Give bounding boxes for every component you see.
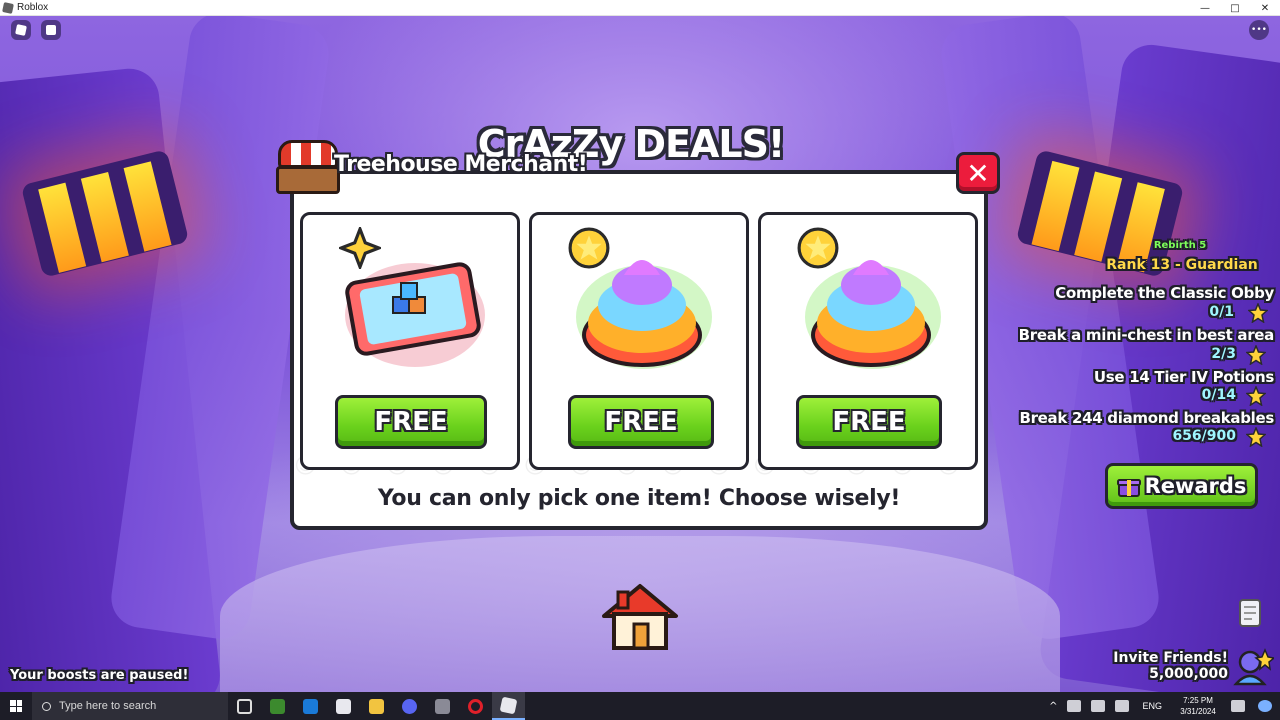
stars-icon [1246, 345, 1266, 365]
dialog-hint: You can only pick one item! Choose wisel… [377, 486, 901, 511]
weather-icon[interactable] [1258, 700, 1272, 712]
quest-progress: 0/14 [1201, 387, 1236, 403]
system-tray: ^ ENG 7:25 PM 3/31/2024 [1044, 692, 1280, 720]
scroll-icon[interactable] [1236, 597, 1264, 629]
free-button[interactable]: FREE [568, 395, 714, 449]
microphone-icon[interactable] [1067, 700, 1082, 712]
opera-icon [468, 698, 483, 714]
windows-logo-icon [10, 700, 22, 712]
quest-title: Complete the Classic Obby [1055, 284, 1274, 302]
roblox-icon [499, 696, 518, 714]
deal-card: FREE [758, 212, 978, 470]
discord-taskbar-app[interactable] [393, 692, 426, 720]
notifications-icon[interactable] [1231, 700, 1245, 712]
file-explorer-taskbar-app[interactable] [360, 692, 393, 720]
quest-progress: 0/1 [1209, 304, 1234, 320]
deal-card: FREE [300, 212, 520, 470]
folder-icon [369, 698, 384, 714]
language-indicator[interactable]: ENG [1142, 701, 1162, 711]
rebirth-label: Rebirth 5 [1153, 240, 1207, 251]
stars-icon [1246, 386, 1266, 406]
task-view-icon [237, 698, 252, 714]
rank-label: Rank 13 - Guardian [1106, 257, 1258, 273]
roblox-menu-button[interactable] [11, 20, 31, 40]
search-placeholder: Type here to search [59, 700, 157, 712]
roblox-logo-icon [15, 24, 27, 36]
chat-button[interactable] [41, 20, 61, 40]
sparkle-star-icon [339, 227, 381, 269]
more-options-button[interactable]: ••• [1249, 20, 1269, 40]
maximize-button[interactable]: □ [1220, 0, 1250, 16]
rewards-label: Rewards [1144, 474, 1247, 498]
star-icon [1248, 303, 1268, 323]
boosts-paused-notice: Your boosts are paused! [10, 668, 189, 683]
roblox-app-icon [2, 1, 14, 14]
merchant-chest-icon [274, 138, 342, 196]
quest-title: Break 244 diamond breakables [1019, 409, 1274, 427]
taskbar-search[interactable]: Type here to search [32, 692, 228, 720]
close-dialog-button[interactable]: ✕ [956, 152, 1000, 194]
minimize-button[interactable]: — [1190, 0, 1220, 16]
gift-icon [1116, 479, 1141, 497]
network-icon[interactable] [1091, 700, 1106, 712]
invite-label: Invite Friends! [1113, 650, 1228, 666]
free-button[interactable]: FREE [335, 395, 487, 449]
dialog-title: CrAzZy DEALS! [477, 122, 786, 166]
mail-taskbar-app[interactable] [294, 692, 327, 720]
star-icon [797, 227, 839, 269]
quest-title: Use 14 Tier IV Potions [1093, 368, 1274, 386]
invite-amount: 5,000,000 [1149, 666, 1228, 682]
rewards-button[interactable]: Rewards [1105, 463, 1258, 509]
invite-friends[interactable]: Invite Friends! 5,000,000 [1110, 650, 1228, 682]
calculator-taskbar-app[interactable] [426, 692, 459, 720]
discord-icon [402, 698, 417, 714]
window-titlebar: Roblox — □ ✕ [0, 0, 1280, 16]
minecraft-taskbar-app[interactable] [261, 692, 294, 720]
home-icon[interactable] [600, 580, 680, 655]
volume-icon[interactable] [1115, 700, 1130, 712]
quest-progress: 2/3 [1211, 346, 1236, 362]
free-button[interactable]: FREE [796, 395, 942, 449]
tray-overflow-icon[interactable]: ^ [1049, 701, 1057, 712]
store-taskbar-app[interactable] [327, 692, 360, 720]
store-icon [336, 698, 351, 714]
quest-title: Break a mini-chest in best area [1018, 326, 1275, 344]
window-title: Roblox [17, 2, 49, 13]
minecraft-icon [270, 698, 285, 714]
clock-date: 3/31/2024 [1180, 707, 1216, 716]
star-icon [568, 227, 610, 269]
taskbar-clock[interactable]: 7:25 PM 3/31/2024 [1170, 695, 1226, 717]
quest-progress: 656/900 [1172, 428, 1236, 444]
start-button[interactable] [0, 692, 32, 720]
calculator-icon [435, 698, 450, 714]
close-window-button[interactable]: ✕ [1250, 0, 1280, 16]
search-icon [42, 701, 51, 711]
invite-friends-icon[interactable] [1232, 646, 1274, 688]
opera-taskbar-app[interactable] [459, 692, 492, 720]
mail-icon [303, 698, 318, 714]
deal-card: FREE [529, 212, 749, 470]
taskbar: Type here to search ^ ENG 7:25 PM 3/31/2… [0, 692, 1280, 720]
stars-icon [1246, 427, 1266, 447]
merchant-name: Treehouse Merchant! [334, 152, 588, 177]
roblox-taskbar-app[interactable] [492, 692, 525, 720]
clock-time: 7:25 PM [1183, 696, 1213, 705]
task-view-button[interactable] [228, 692, 261, 720]
chat-icon [46, 25, 56, 35]
window-controls: — □ ✕ [1190, 0, 1280, 16]
